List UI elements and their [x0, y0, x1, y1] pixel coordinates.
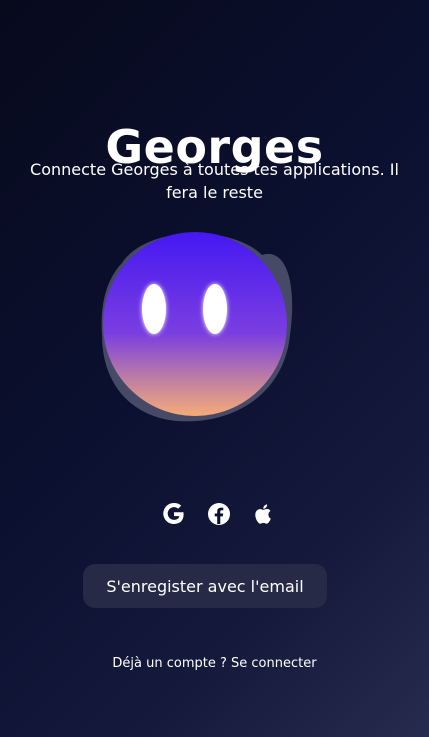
apple-icon [255, 504, 271, 524]
apple-login-button[interactable] [250, 500, 278, 528]
facebook-login-button[interactable] [205, 500, 233, 528]
facebook-icon [208, 503, 230, 525]
app-subtitle: Connecte Georges à toutes tes applicatio… [30, 160, 399, 202]
google-icon [163, 503, 184, 524]
google-login-button[interactable] [160, 500, 188, 528]
mascot-blob-icon [101, 232, 293, 422]
login-link[interactable]: Déjà un compte ? Se connecter [112, 656, 316, 671]
social-login-row [160, 499, 278, 529]
register-with-email-button[interactable]: S'enregister avec l'email [83, 564, 327, 608]
mascot-illustration [92, 225, 302, 435]
login-prompt[interactable]: Déjà un compte ? Se connecter [0, 655, 429, 673]
